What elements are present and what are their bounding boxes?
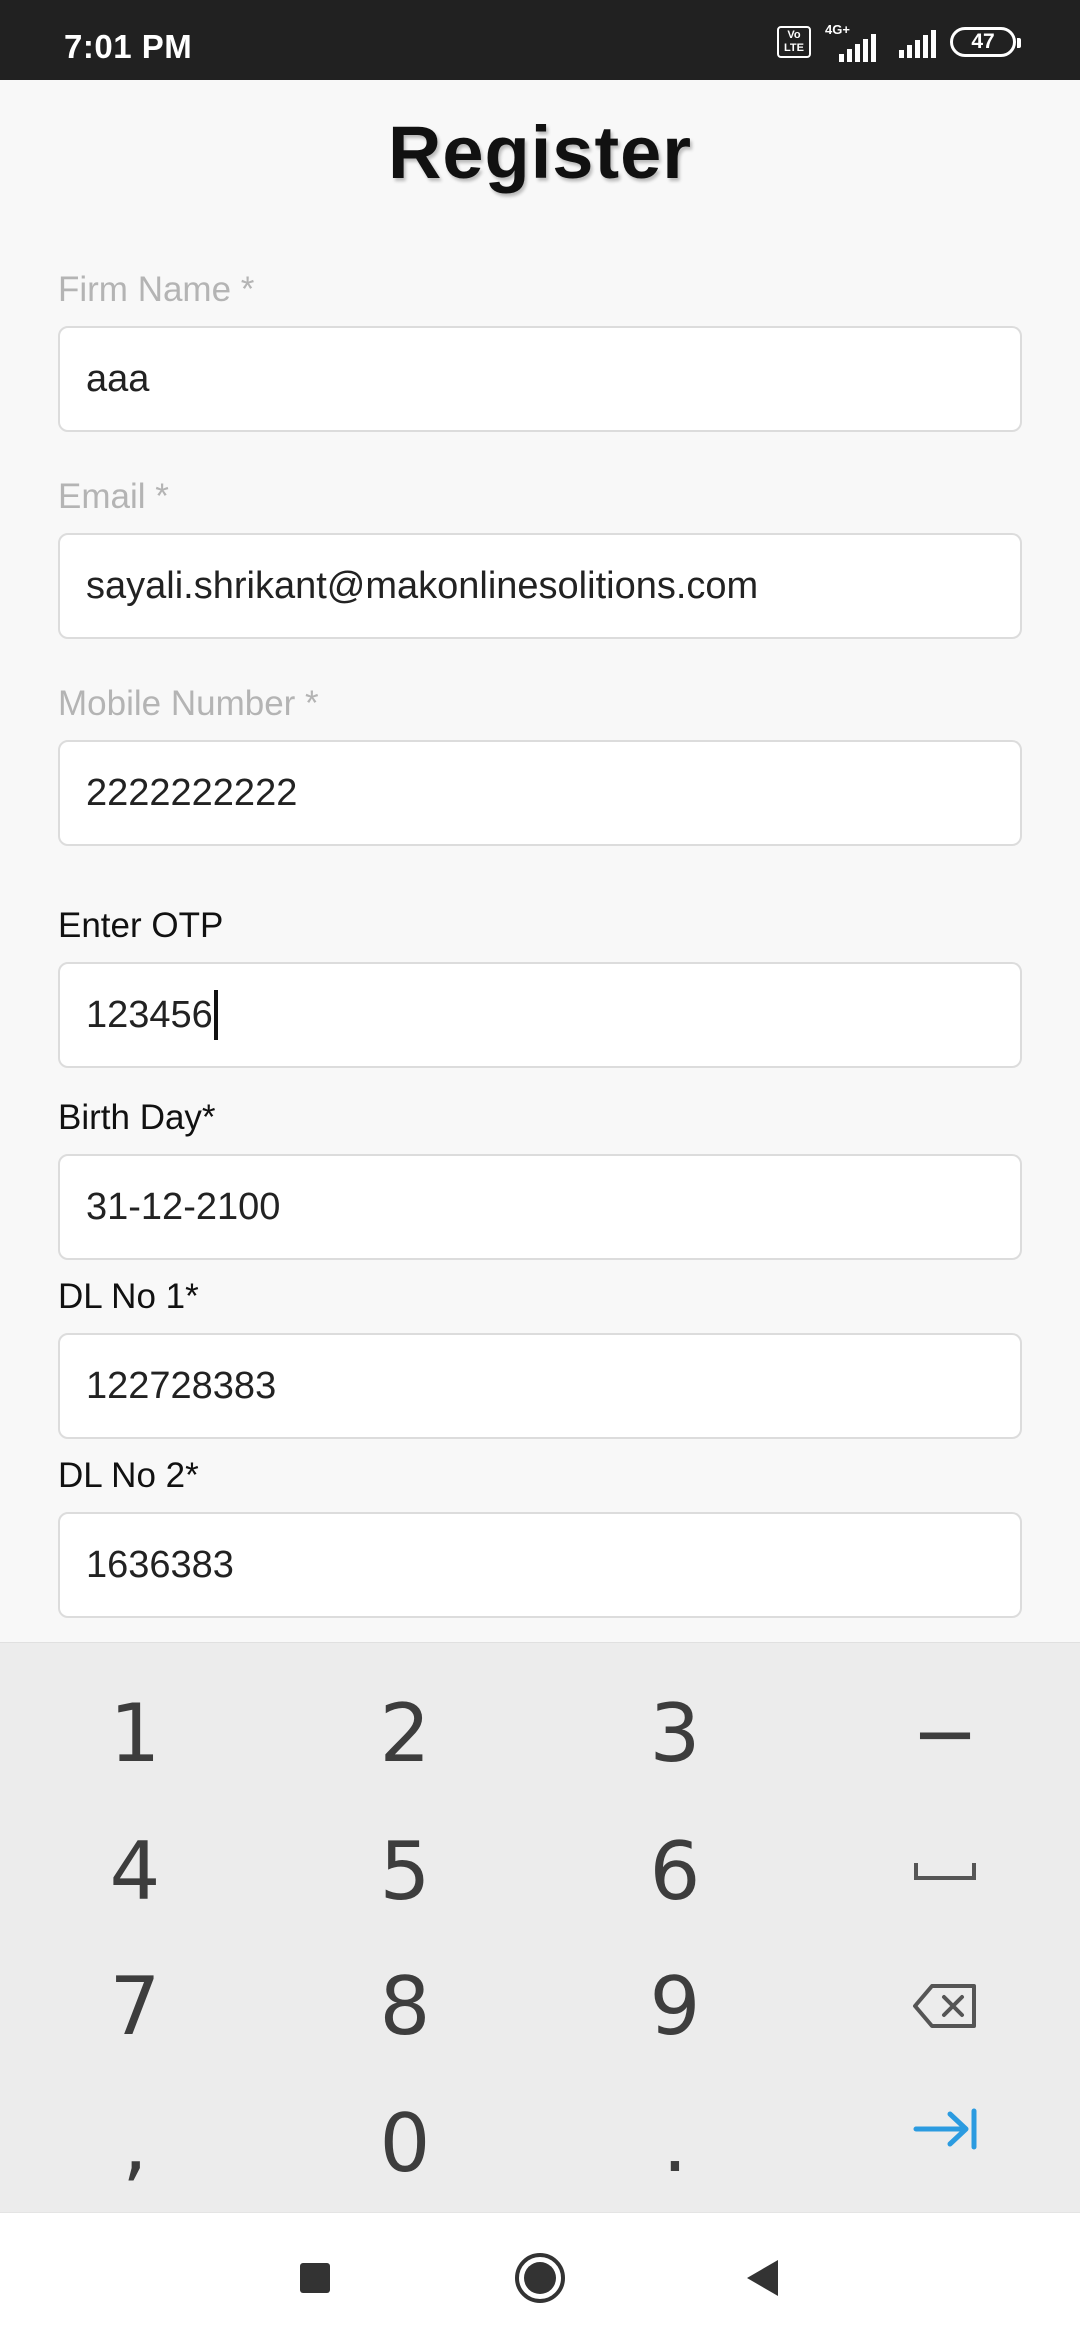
space-icon <box>914 1863 976 1880</box>
key-comma[interactable]: , <box>0 2075 270 2211</box>
tab-next-icon <box>913 2108 977 2150</box>
key-8[interactable]: 8 <box>270 1938 540 2074</box>
signal-bars-icon <box>899 30 936 58</box>
key-4[interactable]: 4 <box>0 1803 270 1939</box>
key-period[interactable]: . <box>540 2075 810 2211</box>
email-value: sayali.shrikant@makonlinesolitions.com <box>86 564 759 607</box>
key-9[interactable]: 9 <box>540 1938 810 2074</box>
dl-no-1-label: DL No 1* <box>58 1277 199 1316</box>
recents-square-icon <box>300 2263 330 2293</box>
key-next[interactable] <box>810 2061 1080 2197</box>
otp-value: 123456 <box>86 993 213 1036</box>
mobile-number-input[interactable]: 2222222222 <box>58 740 1022 846</box>
back-triangle-icon <box>747 2260 778 2296</box>
mobile-number-value: 2222222222 <box>86 771 298 814</box>
birthday-input[interactable]: 31-12-2100 <box>58 1154 1022 1260</box>
numeric-keyboard: 1 2 3 − 4 5 6 7 8 9 , 0 . <box>0 1642 1080 2212</box>
key-1[interactable]: 1 <box>0 1665 270 1801</box>
back-button[interactable] <box>732 2253 792 2303</box>
home-circle-icon <box>515 2253 565 2303</box>
dl-no-2-label: DL No 2* <box>58 1456 199 1495</box>
signal-4g-icon: 4G+ <box>825 22 885 62</box>
dl-no-1-value: 122728383 <box>86 1364 277 1407</box>
key-0[interactable]: 0 <box>270 2075 540 2211</box>
key-backspace[interactable] <box>810 1938 1080 2074</box>
firm-name-label: Firm Name * <box>58 270 255 309</box>
register-form-screen: Register Firm Name * aaa Email * sayali.… <box>0 80 1080 1642</box>
email-label: Email * <box>58 477 169 516</box>
home-button[interactable] <box>510 2253 570 2303</box>
otp-label: Enter OTP <box>58 906 224 945</box>
key-7[interactable]: 7 <box>0 1938 270 2074</box>
backspace-icon <box>913 1984 976 2028</box>
key-space[interactable] <box>810 1803 1080 1939</box>
key-minus[interactable]: − <box>810 1665 1080 1801</box>
dl-no-2-input[interactable]: 1636383 <box>58 1512 1022 1618</box>
text-cursor <box>213 990 218 1040</box>
firm-name-input[interactable]: aaa <box>58 326 1022 432</box>
volte-icon: Vo LTE <box>777 26 811 58</box>
status-bar: 7:01 PM Vo LTE 4G+ 47 <box>0 0 1080 80</box>
dl-no-2-value: 1636383 <box>86 1543 234 1586</box>
key-3[interactable]: 3 <box>540 1665 810 1801</box>
page-title: Register <box>387 111 693 194</box>
key-6[interactable]: 6 <box>540 1803 810 1939</box>
key-2[interactable]: 2 <box>270 1665 540 1801</box>
system-nav-bar <box>0 2212 1080 2340</box>
battery-icon: 47 <box>950 27 1021 57</box>
dl-no-1-input[interactable]: 122728383 <box>58 1333 1022 1439</box>
otp-input[interactable]: 123456 <box>58 962 1022 1068</box>
status-icons: Vo LTE 4G+ 47 <box>777 22 1021 62</box>
birthday-value: 31-12-2100 <box>86 1185 281 1228</box>
status-time: 7:01 PM <box>64 28 193 65</box>
key-5[interactable]: 5 <box>270 1803 540 1939</box>
firm-name-value: aaa <box>86 357 150 400</box>
birthday-label: Birth Day* <box>58 1098 216 1137</box>
mobile-number-label: Mobile Number * <box>58 684 319 723</box>
email-input[interactable]: sayali.shrikant@makonlinesolitions.com <box>58 533 1022 639</box>
battery-level: 47 <box>971 30 995 53</box>
recents-button[interactable] <box>285 2253 345 2303</box>
